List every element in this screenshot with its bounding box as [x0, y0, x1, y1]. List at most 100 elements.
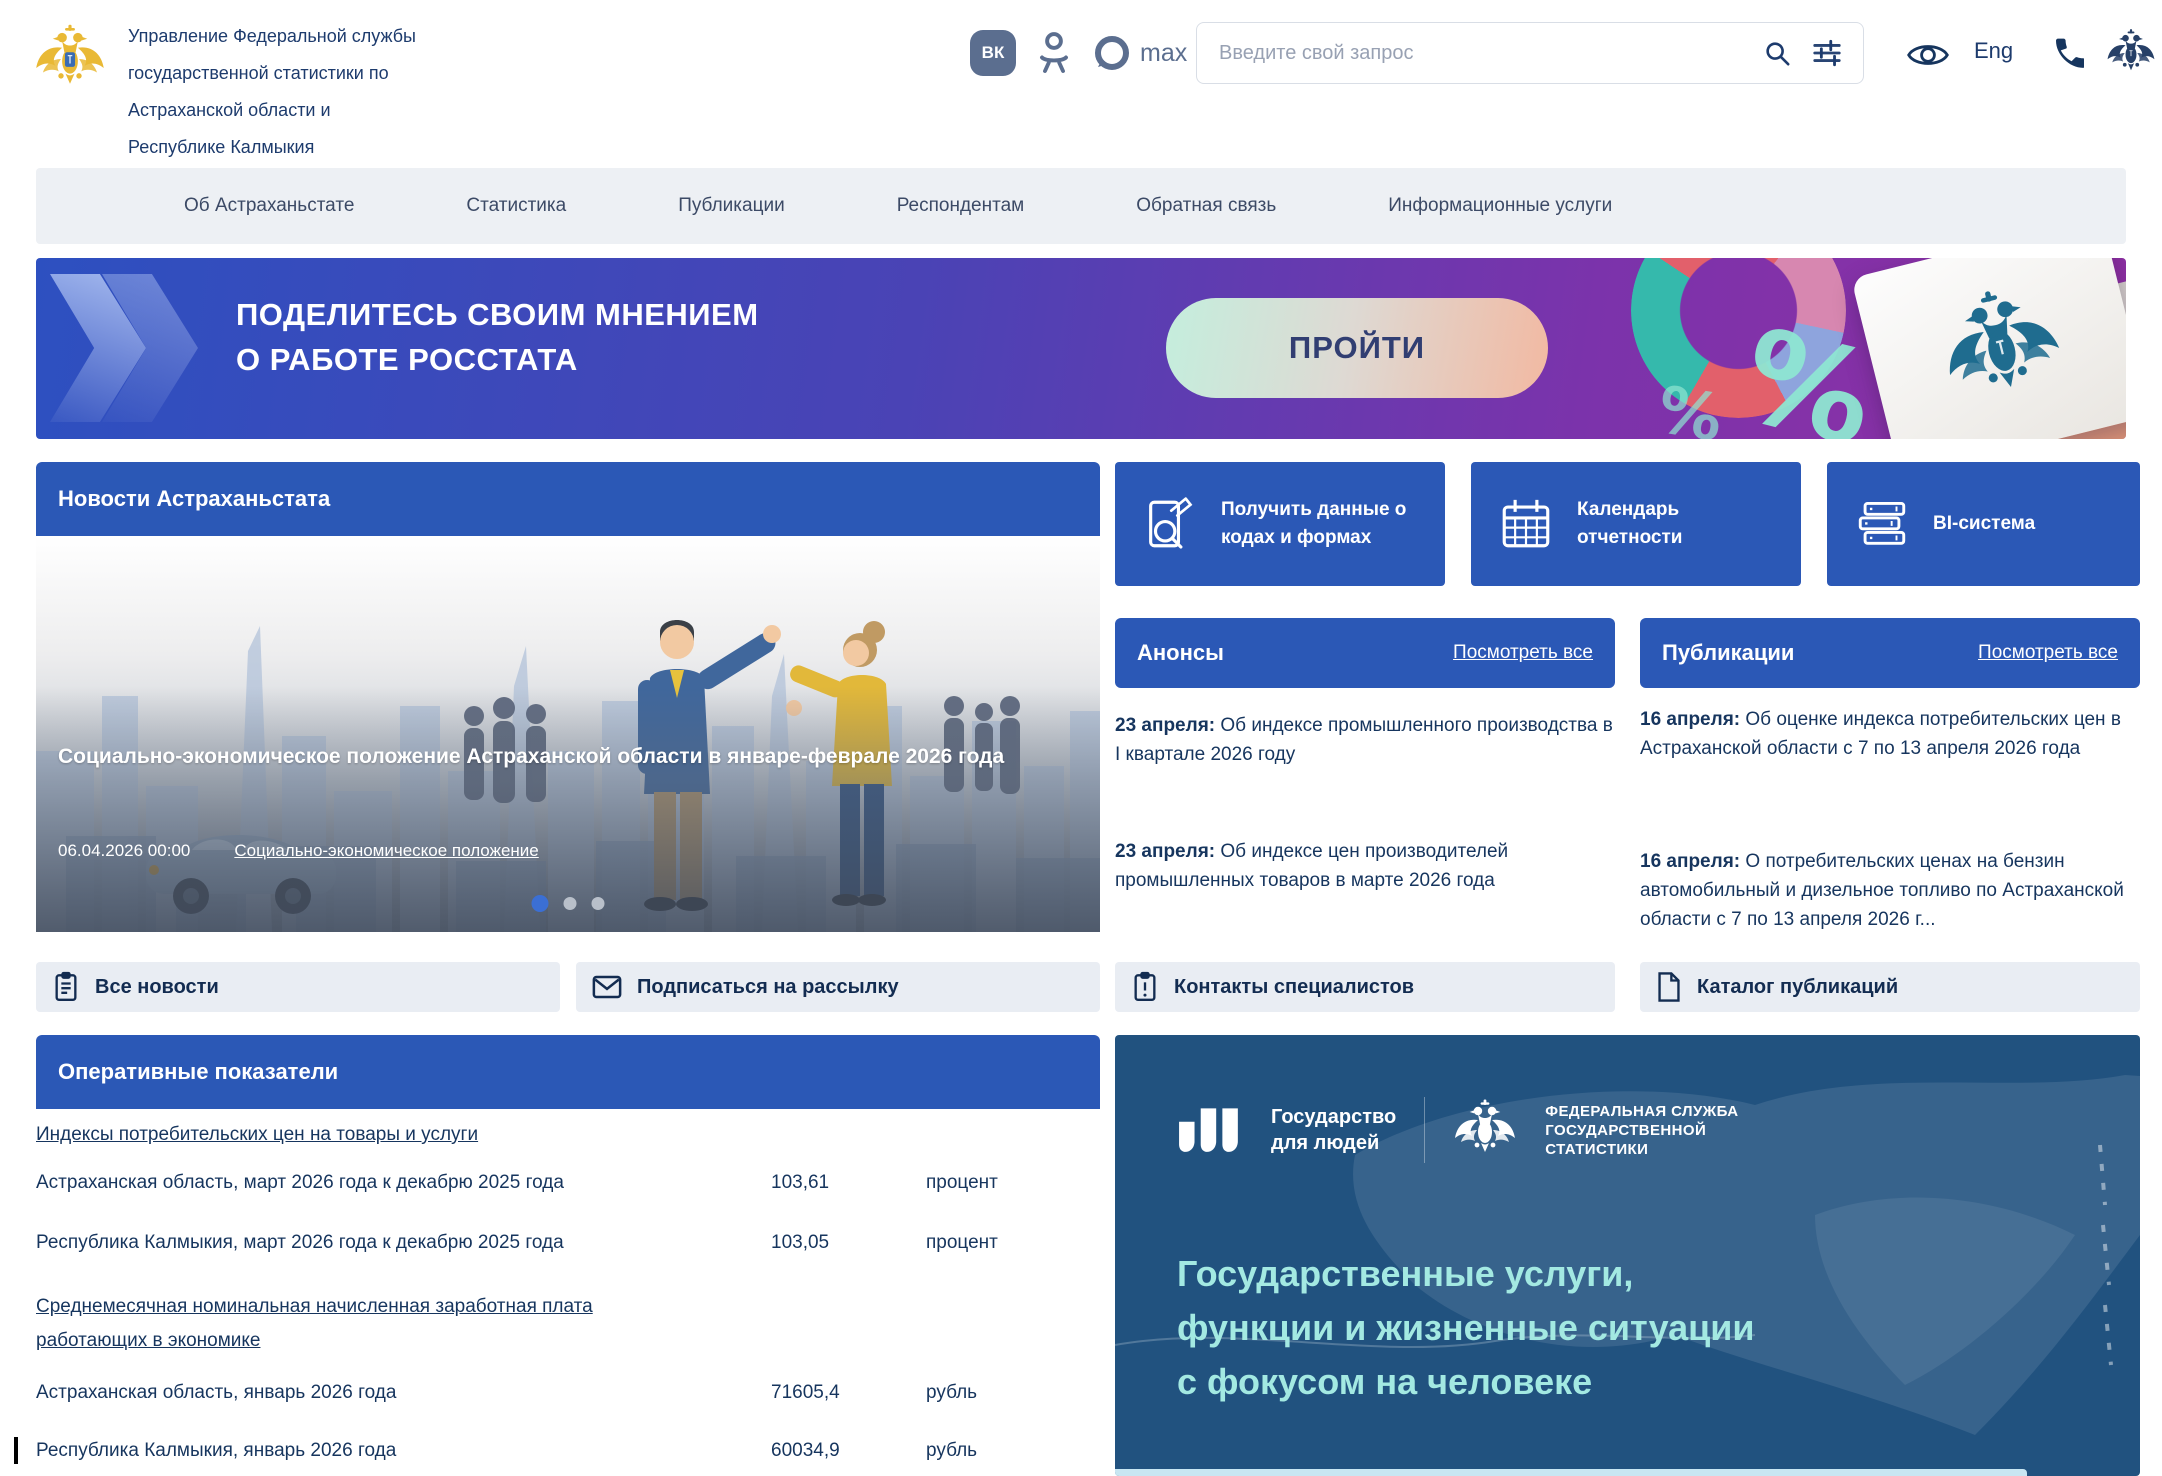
odnoklassniki-icon[interactable]: [1036, 30, 1072, 76]
indicator-value: 103,61: [771, 1172, 926, 1194]
nav-item-about[interactable]: Об Астраханьстате: [184, 195, 354, 217]
news-section-header: Новости Астраханьстата: [36, 462, 1100, 536]
announcements-view-all-link[interactable]: Посмотреть все: [1453, 642, 1593, 664]
indicators-header: Оперативные показатели: [36, 1035, 1100, 1109]
state-for-people-label: Государство для людей: [1271, 1104, 1396, 1156]
gov-banner-logos: Государство для людей ФЕДЕРАЛЬНАЯ СЛУЖБА…: [1177, 1097, 1739, 1163]
carousel-dot-3[interactable]: [592, 897, 605, 910]
indicator-unit: рубль: [926, 1440, 1100, 1462]
state-emblem-icon[interactable]: [2106, 28, 2156, 78]
survey-banner[interactable]: ПОДЕЛИТЕСЬ СВОИМ МНЕНИЕМ О РАБОТЕ РОССТА…: [36, 258, 2126, 439]
glp-line1: Государство: [1271, 1104, 1396, 1130]
publication-date: 16 апреля:: [1640, 709, 1740, 730]
agency-line: СТАТИСТИКИ: [1545, 1140, 1738, 1159]
filter-sliders-icon[interactable]: [1811, 38, 1843, 68]
publications-view-all-link[interactable]: Посмотреть все: [1978, 642, 2118, 664]
search-box: [1196, 22, 1864, 84]
contacts-label: Контакты специалистов: [1174, 976, 1414, 999]
document-search-icon: [1141, 495, 1199, 553]
gov-banner-bottom-strip: [1115, 1469, 2027, 1476]
nav-item-info-services[interactable]: Информационные услуги: [1388, 195, 1612, 217]
nav-item-statistics[interactable]: Статистика: [466, 195, 566, 217]
indicator-label: Астраханская область, март 2026 года к д…: [36, 1172, 771, 1194]
publication-item[interactable]: 16 апреля: Об оценке индекса потребитель…: [1640, 705, 2140, 763]
publications-catalog-button[interactable]: Каталог публикаций: [1640, 962, 2140, 1012]
news-slide-title[interactable]: Социально-экономическое положение Астрах…: [58, 732, 1048, 782]
org-title-line: Астраханской области и: [128, 92, 416, 129]
news-carousel-slide[interactable]: Социально-экономическое положение Астрах…: [36, 536, 1100, 932]
clipboard-alert-icon: [1131, 971, 1159, 1003]
publication-item[interactable]: 16 апреля: О потребительских ценах на бе…: [1640, 847, 2140, 934]
publication-date: 16 апреля:: [1640, 851, 1740, 872]
indicator-group-link-wages[interactable]: Среднемесячная номинальная начисленная з…: [36, 1290, 596, 1358]
org-title-line: государственной статистики по: [128, 55, 416, 92]
announcements-title: Анонсы: [1137, 640, 1224, 666]
agency-line: ФЕДЕРАЛЬНАЯ СЛУЖБА: [1545, 1102, 1738, 1121]
max-messenger-icon[interactable]: max: [1092, 33, 1187, 73]
all-news-button[interactable]: Все новости: [36, 962, 560, 1012]
subscribe-button[interactable]: Подписаться на рассылку: [576, 962, 1100, 1012]
indicators-title: Оперативные показатели: [58, 1059, 338, 1085]
news-slide-date: 06.04.2026 00:00: [58, 841, 190, 861]
all-news-label: Все новости: [95, 976, 219, 999]
subscribe-label: Подписаться на рассылку: [637, 976, 899, 999]
state-for-people-logo: [1177, 1101, 1243, 1159]
indicator-value: 71605,4: [771, 1382, 926, 1404]
survey-banner-title: ПОДЕЛИТЕСЬ СВОИМ МНЕНИЕМ О РАБОТЕ РОССТА…: [236, 292, 759, 382]
org-title-line: Республике Калмыкия: [128, 129, 416, 166]
text-cursor-artifact: [14, 1437, 18, 1464]
tile-report-calendar[interactable]: Календарь отчетности: [1471, 462, 1801, 586]
search-icon[interactable]: [1763, 39, 1791, 67]
percent-decor: %: [1652, 373, 1728, 439]
social-links: ВК max: [970, 30, 1187, 76]
indicator-label: Астраханская область, январь 2026 года: [36, 1382, 771, 1404]
glp-line2: для людей: [1271, 1130, 1396, 1156]
nav-item-publications[interactable]: Публикации: [678, 195, 785, 217]
specialists-contacts-button[interactable]: Контакты специалистов: [1115, 962, 1615, 1012]
gov-headline-line: функции и жизненные ситуации: [1177, 1301, 1755, 1355]
survey-title-line1: ПОДЕЛИТЕСЬ СВОИМ МНЕНИЕМ: [236, 292, 759, 337]
catalog-label: Каталог публикаций: [1697, 976, 1898, 999]
gov-headline-line: Государственные услуги,: [1177, 1247, 1755, 1301]
bi-system-icon: [1853, 495, 1911, 553]
gov-services-banner[interactable]: Государство для людей ФЕДЕРАЛЬНАЯ СЛУЖБА…: [1115, 1035, 2140, 1476]
accessibility-eye-icon[interactable]: [1906, 40, 1950, 70]
phone-icon[interactable]: [2052, 36, 2084, 68]
news-slide-meta: 06.04.2026 00:00 Социально-экономическое…: [58, 841, 539, 861]
main-nav: Об Астраханьстате Статистика Публикации …: [36, 168, 2126, 244]
calendar-icon: [1497, 495, 1555, 553]
news-section-title: Новости Астраханьстата: [58, 486, 330, 512]
news-category-link[interactable]: Социально-экономическое положение: [234, 841, 538, 861]
vk-icon[interactable]: ВК: [970, 30, 1016, 76]
indicator-unit: рубль: [926, 1382, 1100, 1404]
max-label: max: [1140, 39, 1187, 68]
tile-label: BI-система: [1933, 510, 2035, 538]
announcements-header: Анонсы Посмотреть все: [1115, 618, 1615, 688]
indicator-value: 103,05: [771, 1232, 926, 1254]
carousel-dot-1[interactable]: [532, 895, 549, 912]
tile-bi-system[interactable]: BI-система: [1827, 462, 2140, 586]
language-toggle[interactable]: Eng: [1974, 38, 2013, 64]
nav-item-feedback[interactable]: Обратная связь: [1136, 195, 1276, 217]
nav-item-respondents[interactable]: Респондентам: [897, 195, 1025, 217]
indicator-unit: процент: [926, 1232, 1100, 1254]
page: Управление Федеральной службы государств…: [0, 0, 2162, 1476]
news-slide-title-text: Социально-экономическое положение Астрах…: [58, 732, 1004, 782]
announcement-item[interactable]: 23 апреля: Об индексе цен производителей…: [1115, 837, 1615, 895]
agency-line: ГОСУДАРСТВЕННОЙ: [1545, 1121, 1738, 1140]
search-input[interactable]: [1217, 41, 1743, 66]
carousel-dot-2[interactable]: [564, 897, 577, 910]
tile-get-data-codes-forms[interactable]: Получить данные о кодах и формах: [1115, 462, 1445, 586]
tile-label: Получить данные о кодах и формах: [1221, 496, 1416, 552]
rosstat-coat-of-arms-logo[interactable]: [34, 8, 106, 110]
survey-pass-button[interactable]: ПРОЙТИ: [1166, 298, 1548, 398]
announcement-date: 23 апреля:: [1115, 715, 1215, 736]
divider: [1424, 1097, 1425, 1163]
announcement-item[interactable]: 23 апреля: Об индексе промышленного прои…: [1115, 711, 1615, 769]
indicator-label: Республика Калмыкия, январь 2026 года: [36, 1440, 771, 1462]
document-icon: [1656, 971, 1682, 1003]
announcement-date: 23 апреля:: [1115, 841, 1215, 862]
indicator-group-link-cpi[interactable]: Индексы потребительских цен на товары и …: [36, 1118, 736, 1152]
carousel-dots: [532, 895, 605, 912]
agency-name: ФЕДЕРАЛЬНАЯ СЛУЖБА ГОСУДАРСТВЕННОЙ СТАТИ…: [1545, 1102, 1738, 1159]
